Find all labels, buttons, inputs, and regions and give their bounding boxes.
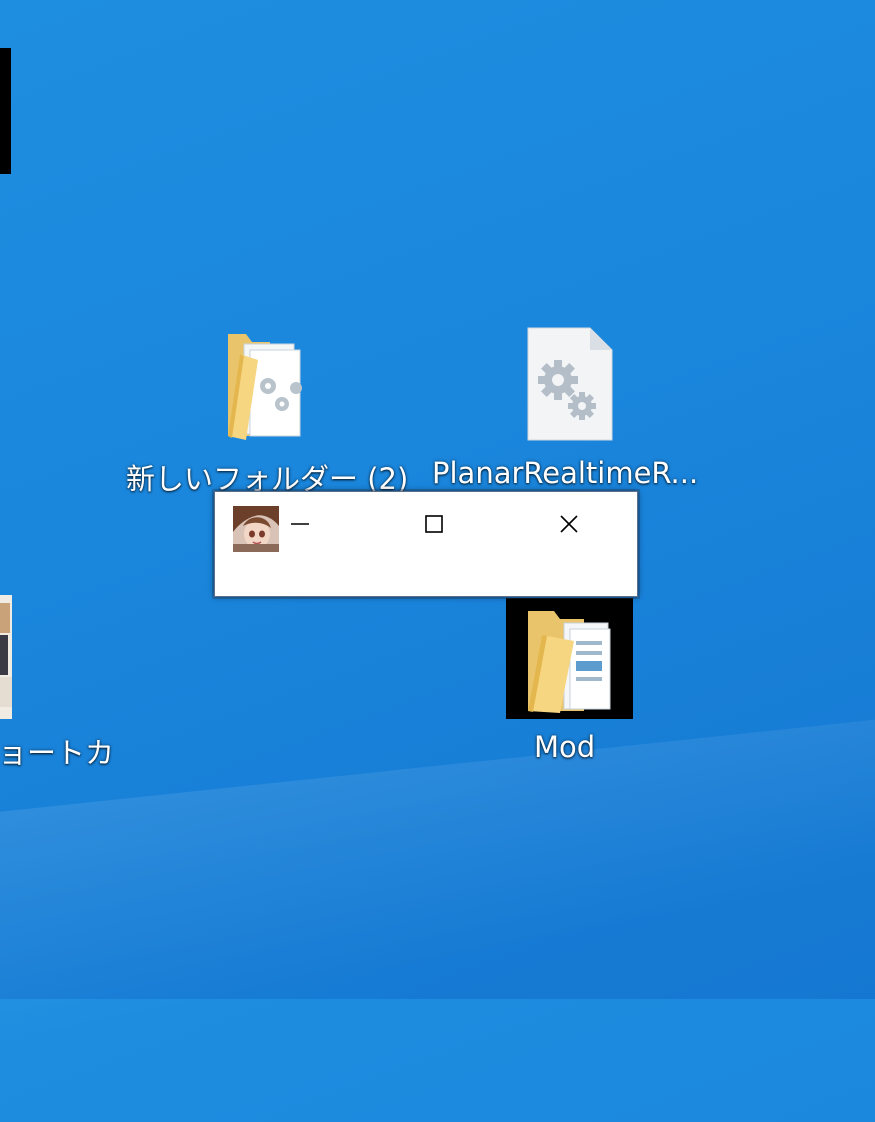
desktop-icon-new-folder[interactable]: [200, 326, 320, 446]
partial-window-edge: [0, 48, 11, 174]
shortcut-image-icon: [0, 595, 12, 719]
window-app-icon: [233, 506, 279, 552]
minimize-icon: [291, 523, 309, 525]
maximize-button[interactable]: [411, 504, 457, 544]
settings-file-icon: [527, 327, 613, 441]
desktop-icon-shortcut[interactable]: [0, 595, 12, 719]
small-app-window[interactable]: [214, 491, 638, 597]
close-icon: [560, 515, 578, 533]
desktop-icon-label: PlanarRealtimeR...: [432, 456, 699, 490]
minimize-button[interactable]: [277, 504, 323, 544]
wallpaper-light-beam: [0, 698, 875, 1122]
desktop-icon-mod-folder[interactable]: [506, 598, 633, 719]
desktop-icon-settings-file[interactable]: [508, 326, 628, 446]
desktop-icon-label: Mod: [534, 730, 596, 764]
anime-avatar-icon: [233, 506, 279, 552]
desktop-icon-label: ョートカ: [0, 736, 115, 770]
folder-icon: [528, 611, 611, 713]
maximize-icon: [425, 515, 443, 533]
folder-with-files-icon: [228, 334, 302, 440]
close-button[interactable]: [546, 504, 592, 544]
